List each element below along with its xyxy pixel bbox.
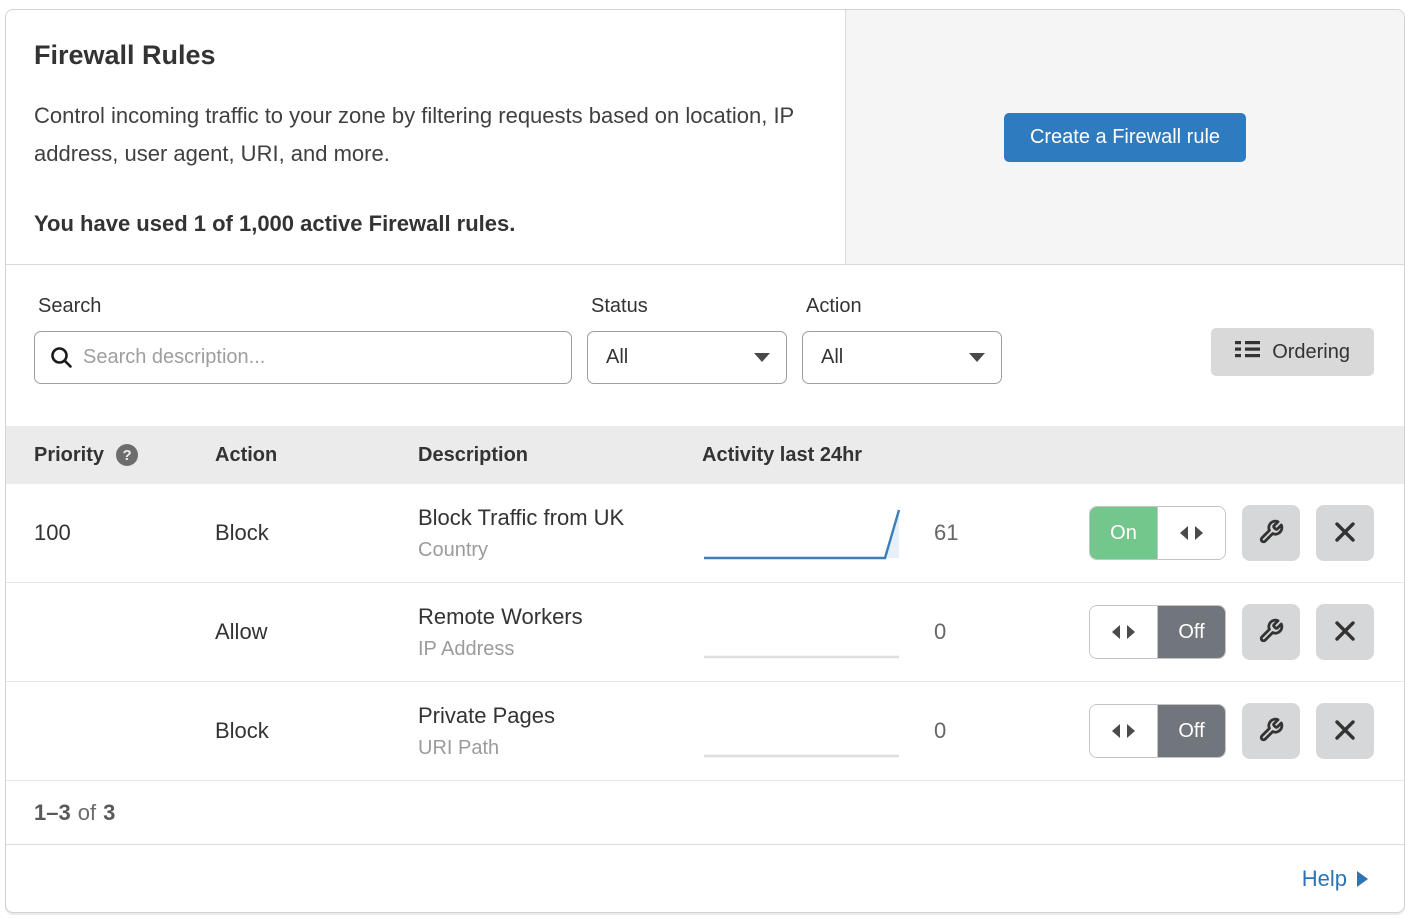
help-arrow-icon <box>1357 871 1368 887</box>
rule-enabled-toggle[interactable]: Off <box>1089 605 1226 659</box>
pagination-of: of <box>78 800 96 826</box>
activity-sparkline <box>702 603 912 661</box>
search-input[interactable] <box>34 331 572 384</box>
help-link-label: Help <box>1302 866 1347 892</box>
rule-description: Remote Workers <box>418 604 702 630</box>
toggle-arrows-icon <box>1090 705 1157 757</box>
ordering-button-label: Ordering <box>1272 341 1350 364</box>
rule-enabled-toggle[interactable]: Off <box>1089 704 1226 758</box>
status-select-value: All <box>606 346 628 369</box>
rule-action: Block <box>215 520 418 546</box>
rule-match-type: Country <box>418 539 702 562</box>
ordering-list-icon <box>1235 337 1260 367</box>
usage-note: You have used 1 of 1,000 active Firewall… <box>34 211 813 237</box>
rule-match-type: URI Path <box>418 737 702 760</box>
table-row: 100 Block Block Traffic from UK Country … <box>6 484 1404 583</box>
ordering-button[interactable]: Ordering <box>1211 328 1374 376</box>
search-box <box>34 331 572 384</box>
table-row: Block Private Pages URI Path 0 Off <box>6 682 1404 781</box>
edit-rule-button[interactable] <box>1242 604 1300 660</box>
header-section: Firewall Rules Control incoming traffic … <box>6 10 1404 265</box>
wrench-icon <box>1258 717 1284 746</box>
edit-rule-button[interactable] <box>1242 505 1300 561</box>
close-icon <box>1333 718 1357 745</box>
help-link[interactable]: Help <box>1302 866 1368 892</box>
table-row: Allow Remote Workers IP Address 0 Off <box>6 583 1404 682</box>
activity-sparkline <box>702 702 912 760</box>
close-icon <box>1333 520 1357 547</box>
create-firewall-rule-button[interactable]: Create a Firewall rule <box>1004 113 1246 162</box>
activity-count: 0 <box>912 619 1012 645</box>
row-controls: On <box>1012 505 1404 561</box>
priority-header-label: Priority <box>34 444 104 467</box>
pagination-total: 3 <box>103 800 115 826</box>
action-select[interactable]: All <box>802 331 1002 384</box>
toggle-on-label: On <box>1090 507 1158 559</box>
table-header-row: Priority ? Action Description Activity l… <box>6 426 1404 484</box>
row-controls: Off <box>1012 703 1404 759</box>
caret-down-icon <box>754 353 770 362</box>
filters-section: Search Status All Action All <box>6 265 1404 426</box>
search-icon <box>49 345 74 375</box>
search-filter-group: Search <box>34 295 572 384</box>
rule-action: Block <box>215 718 418 744</box>
activity-sparkline <box>702 504 912 562</box>
column-header-action: Action <box>215 444 418 467</box>
priority-help-icon[interactable]: ? <box>116 444 138 466</box>
rule-match-type: IP Address <box>418 638 702 661</box>
rule-description-cell: Remote Workers IP Address <box>418 604 702 661</box>
edit-rule-button[interactable] <box>1242 703 1300 759</box>
wrench-icon <box>1258 618 1284 647</box>
column-header-description: Description <box>418 444 702 467</box>
activity-count: 0 <box>912 718 1012 744</box>
pagination-bar: 1–3 of 3 <box>6 781 1404 845</box>
delete-rule-button[interactable] <box>1316 703 1374 759</box>
rule-action: Allow <box>215 619 418 645</box>
status-label: Status <box>591 295 787 318</box>
page-title: Firewall Rules <box>34 40 813 71</box>
rule-description: Private Pages <box>418 703 702 729</box>
wrench-icon <box>1258 519 1284 548</box>
close-icon <box>1333 619 1357 646</box>
pagination-range: 1–3 <box>34 800 71 826</box>
header-action-panel: Create a Firewall rule <box>845 10 1404 264</box>
rule-description: Block Traffic from UK <box>418 505 702 531</box>
rule-priority: 100 <box>34 520 215 546</box>
search-label: Search <box>38 295 572 318</box>
delete-rule-button[interactable] <box>1316 505 1374 561</box>
row-controls: Off <box>1012 604 1404 660</box>
caret-down-icon <box>969 353 985 362</box>
toggle-off-label: Off <box>1157 606 1225 658</box>
rule-description-cell: Private Pages URI Path <box>418 703 702 760</box>
action-filter-group: Action All <box>802 295 1002 384</box>
action-select-value: All <box>821 346 843 369</box>
firewall-rules-panel: Firewall Rules Control incoming traffic … <box>5 9 1405 913</box>
activity-count: 61 <box>912 520 1012 546</box>
rule-enabled-toggle[interactable]: On <box>1089 506 1226 560</box>
toggle-arrows-icon <box>1158 507 1225 559</box>
page-description: Control incoming traffic to your zone by… <box>34 97 804 173</box>
column-header-priority: Priority ? <box>34 444 215 467</box>
status-filter-group: Status All <box>587 295 787 384</box>
footer-bar: Help <box>6 845 1404 912</box>
status-select[interactable]: All <box>587 331 787 384</box>
rule-description-cell: Block Traffic from UK Country <box>418 505 702 562</box>
header-text-block: Firewall Rules Control incoming traffic … <box>6 10 845 264</box>
toggle-arrows-icon <box>1090 606 1157 658</box>
column-header-activity: Activity last 24hr <box>702 444 912 467</box>
action-label: Action <box>806 295 1002 318</box>
toggle-off-label: Off <box>1157 705 1225 757</box>
delete-rule-button[interactable] <box>1316 604 1374 660</box>
